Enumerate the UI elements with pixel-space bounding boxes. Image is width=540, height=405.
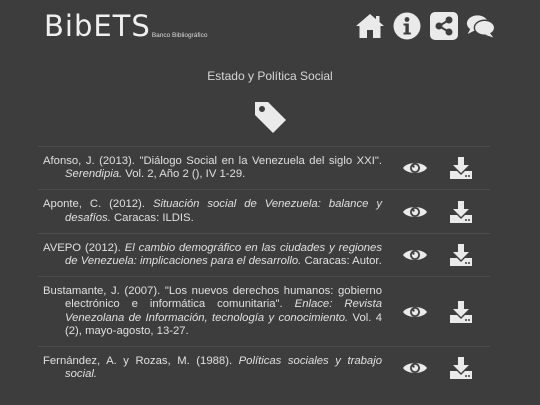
reference-actions [402, 242, 474, 268]
reference-item: Aponte, C. (2012). Situación social de V… [38, 189, 490, 232]
share-icon[interactable] [429, 11, 459, 41]
reference-actions [402, 199, 474, 225]
eye-icon[interactable] [402, 242, 428, 268]
header: BibETS Banco Bibliográfico [0, 0, 540, 55]
logo-tagline: Banco Bibliográfico [151, 32, 208, 39]
tag-icon [252, 99, 288, 135]
citation-text: Fernández, A. y Rozas, M. (1988). [43, 355, 239, 368]
reference-actions [402, 355, 474, 381]
eye-icon[interactable] [402, 299, 428, 325]
download-icon[interactable] [448, 199, 474, 225]
reference-actions [402, 155, 474, 181]
comments-icon[interactable] [466, 11, 496, 41]
citation-text: Caracas: Autor. [301, 255, 382, 268]
page-title: Estado y Política Social [207, 69, 333, 83]
citation-title: Serendipia. [65, 168, 123, 181]
reference-item: AVEPO (2012). El cambio demográfico en l… [38, 232, 490, 276]
download-icon[interactable] [448, 242, 474, 268]
download-icon[interactable] [448, 155, 474, 181]
home-icon[interactable] [355, 11, 385, 41]
eye-icon[interactable] [402, 199, 428, 225]
download-icon[interactable] [448, 355, 474, 381]
citation-text: AVEPO (2012). [43, 241, 125, 254]
logo[interactable]: BibETS Banco Bibliográfico [44, 10, 207, 42]
logo-text: BibETS [44, 9, 151, 43]
citation-text: Afonso, J. (2013). "Diálogo Social en la… [43, 155, 382, 167]
info-icon[interactable] [392, 11, 422, 41]
citation-text: Vol. 2, Año 2 (), IV 1-29. [122, 168, 246, 181]
citation-text: Caracas: ILDIS. [110, 211, 194, 224]
reference-citation: Aponte, C. (2012). Situación social de V… [43, 198, 382, 224]
reference-citation: Fernández, A. y Rozas, M. (1988). Políti… [43, 355, 382, 381]
eye-icon[interactable] [402, 355, 428, 381]
reference-item: Fernández, A. y Rozas, M. (1988). Políti… [38, 346, 490, 389]
eye-icon[interactable] [402, 155, 428, 181]
reference-item: Bustamante, J. (2007). "Los nuevos derec… [38, 276, 490, 346]
reference-citation: AVEPO (2012). El cambio demográfico en l… [43, 242, 382, 268]
reference-actions [402, 299, 474, 325]
nav-bar [355, 11, 503, 41]
reference-item: Afonso, J. (2013). "Diálogo Social en la… [38, 146, 490, 189]
reference-citation: Afonso, J. (2013). "Diálogo Social en la… [43, 155, 382, 181]
citation-text: Aponte, C. (2012). [43, 198, 153, 211]
reference-citation: Bustamante, J. (2007). "Los nuevos derec… [43, 285, 382, 338]
reference-list: Afonso, J. (2013). "Diálogo Social en la… [38, 146, 490, 389]
download-icon[interactable] [448, 299, 474, 325]
